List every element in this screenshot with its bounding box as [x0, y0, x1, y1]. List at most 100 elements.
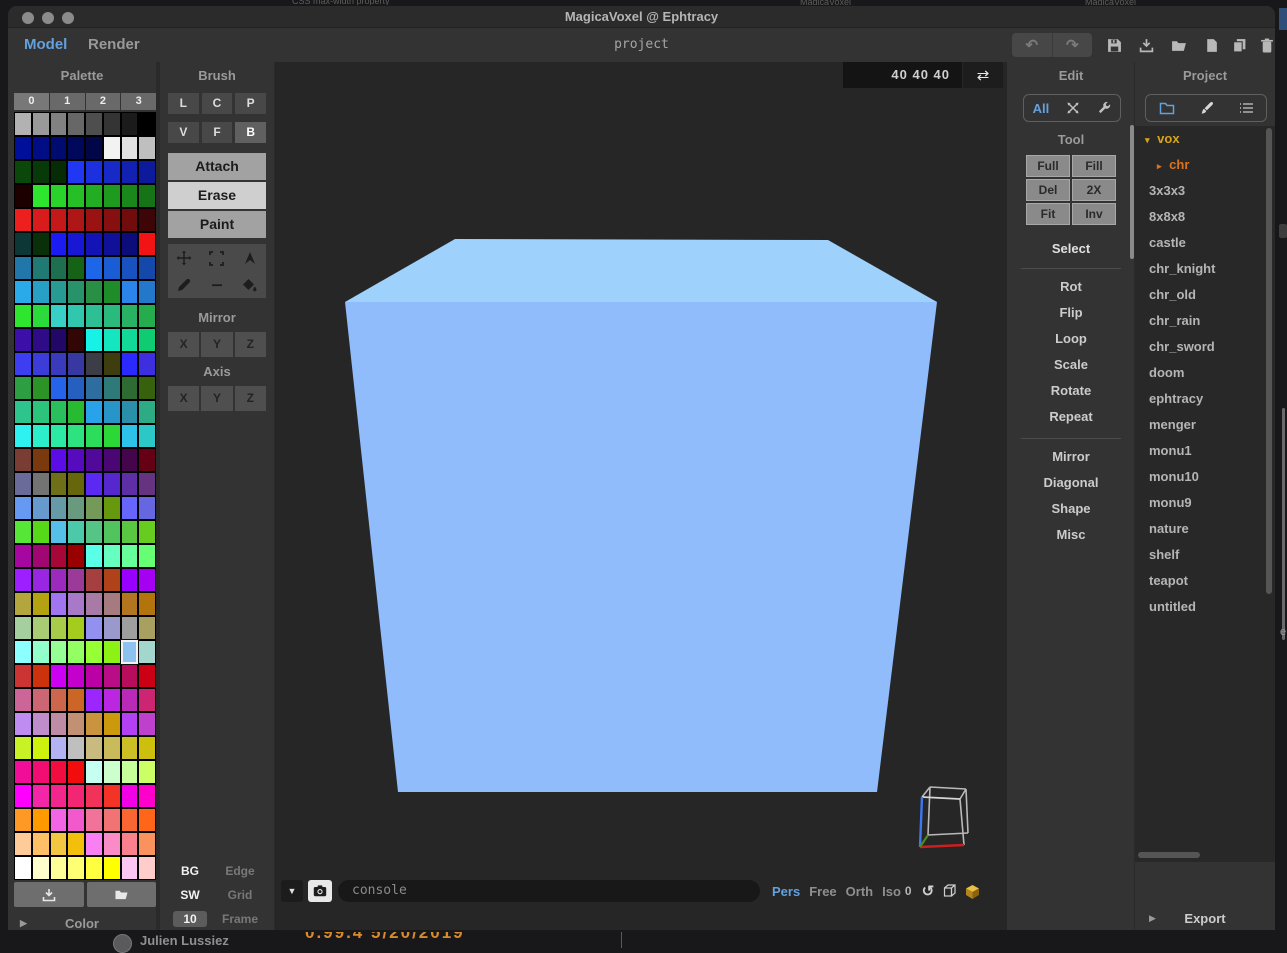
- palette-swatch[interactable]: [14, 424, 32, 448]
- palette-swatch[interactable]: [121, 256, 139, 280]
- palette-swatch[interactable]: [121, 424, 139, 448]
- scope-all-button[interactable]: All: [1033, 101, 1050, 116]
- palette-swatch[interactable]: [67, 400, 85, 424]
- view-mode-orth[interactable]: Orth: [846, 884, 873, 899]
- palette-swatch[interactable]: [67, 352, 85, 376]
- palette-swatch[interactable]: [121, 784, 139, 808]
- palette-swatch[interactable]: [67, 136, 85, 160]
- palette-swatch[interactable]: [103, 160, 121, 184]
- palette-swatch[interactable]: [14, 112, 32, 136]
- palette-swatch[interactable]: [103, 256, 121, 280]
- palette-swatch[interactable]: [32, 496, 50, 520]
- palette-swatch[interactable]: [50, 616, 68, 640]
- palette-swatch[interactable]: [67, 232, 85, 256]
- palette-swatch[interactable]: [121, 808, 139, 832]
- palette-tab-2[interactable]: 2: [86, 93, 121, 110]
- palette-swatch[interactable]: [14, 136, 32, 160]
- save-palette-button[interactable]: [14, 882, 84, 907]
- palette-swatch[interactable]: [103, 184, 121, 208]
- 10-toggle[interactable]: 10: [168, 911, 212, 927]
- palette-swatch[interactable]: [32, 304, 50, 328]
- title-bar[interactable]: MagicaVoxel @ Ephtracy: [8, 6, 1275, 28]
- palette-swatch[interactable]: [67, 376, 85, 400]
- edit-op-rotate[interactable]: Rotate: [1007, 378, 1135, 404]
- eyedropper-icon[interactable]: [168, 272, 201, 298]
- palette-swatch[interactable]: [85, 520, 103, 544]
- palette-swatch[interactable]: [121, 496, 139, 520]
- palette-swatch[interactable]: [103, 568, 121, 592]
- palette-swatch[interactable]: [103, 832, 121, 856]
- palette-swatch[interactable]: [85, 160, 103, 184]
- palette-swatch[interactable]: [32, 520, 50, 544]
- palette-swatch[interactable]: [103, 448, 121, 472]
- palette-swatch[interactable]: [50, 760, 68, 784]
- palette-swatch[interactable]: [67, 736, 85, 760]
- palette-swatch[interactable]: [121, 304, 139, 328]
- tree-node-chr[interactable]: ▸ chr: [1135, 152, 1275, 178]
- project-vertical-scrollbar[interactable]: [1266, 128, 1272, 594]
- palette-swatch[interactable]: [103, 496, 121, 520]
- palette-swatch[interactable]: [85, 784, 103, 808]
- file-item-menger[interactable]: menger: [1135, 412, 1275, 438]
- palette-swatch[interactable]: [50, 352, 68, 376]
- palette-swatch[interactable]: [67, 424, 85, 448]
- undo-button[interactable]: ↶: [1012, 33, 1053, 57]
- palette-swatch[interactable]: [50, 376, 68, 400]
- palette-swatch[interactable]: [50, 328, 68, 352]
- palette-swatch[interactable]: [121, 112, 139, 136]
- palette-swatch[interactable]: [138, 256, 156, 280]
- palette-swatch[interactable]: [32, 688, 50, 712]
- palette-swatch[interactable]: [103, 376, 121, 400]
- palette-swatch[interactable]: [85, 376, 103, 400]
- palette-swatch[interactable]: [103, 592, 121, 616]
- palette-swatch[interactable]: [32, 640, 50, 664]
- edit-cat-shape[interactable]: Shape: [1007, 496, 1135, 522]
- frame-label[interactable]: Frame: [212, 912, 268, 926]
- palette-swatch[interactable]: [121, 520, 139, 544]
- minimize-window-button[interactable]: [42, 12, 54, 24]
- palette-swatch[interactable]: [50, 256, 68, 280]
- file-item-monu1[interactable]: monu1: [1135, 438, 1275, 464]
- palette-swatch[interactable]: [50, 832, 68, 856]
- palette-swatch[interactable]: [103, 472, 121, 496]
- palette-swatch[interactable]: [138, 376, 156, 400]
- palette-swatch[interactable]: [14, 688, 32, 712]
- redo-button[interactable]: ↷: [1053, 33, 1093, 57]
- palette-swatch[interactable]: [103, 136, 121, 160]
- palette-swatch[interactable]: [85, 328, 103, 352]
- axis-x-button[interactable]: X: [168, 386, 199, 411]
- paintbrush-icon[interactable]: [1200, 101, 1214, 115]
- palette-swatch[interactable]: [50, 304, 68, 328]
- palette-swatch[interactable]: [67, 256, 85, 280]
- palette-swatch[interactable]: [85, 712, 103, 736]
- palette-swatch[interactable]: [14, 448, 32, 472]
- palette-swatch[interactable]: [67, 592, 85, 616]
- palette-swatch[interactable]: [67, 520, 85, 544]
- palette-swatch[interactable]: [14, 400, 32, 424]
- console-input[interactable]: console: [338, 880, 760, 902]
- palette-swatch[interactable]: [67, 328, 85, 352]
- palette-swatch[interactable]: [85, 208, 103, 232]
- palette-swatch[interactable]: [32, 472, 50, 496]
- palette-swatch[interactable]: [50, 784, 68, 808]
- edit-op-repeat[interactable]: Repeat: [1007, 404, 1135, 430]
- palette-swatch[interactable]: [138, 280, 156, 304]
- file-item-shelf[interactable]: shelf: [1135, 542, 1275, 568]
- new-file-button[interactable]: [1200, 34, 1222, 56]
- palette-swatch[interactable]: [85, 232, 103, 256]
- delete-button[interactable]: [1256, 34, 1275, 56]
- palette-swatch[interactable]: [32, 208, 50, 232]
- file-item-teapot[interactable]: teapot: [1135, 568, 1275, 594]
- palette-swatch[interactable]: [103, 400, 121, 424]
- palette-swatch[interactable]: [67, 280, 85, 304]
- palette-swatch[interactable]: [103, 712, 121, 736]
- palette-swatch[interactable]: [85, 448, 103, 472]
- palette-swatch[interactable]: [50, 568, 68, 592]
- palette-swatch[interactable]: [103, 352, 121, 376]
- palette-swatch[interactable]: [32, 352, 50, 376]
- palette-swatch[interactable]: [138, 352, 156, 376]
- palette-swatch[interactable]: [32, 184, 50, 208]
- palette-swatch[interactable]: [14, 184, 32, 208]
- palette-swatch[interactable]: [103, 640, 121, 664]
- palette-swatch[interactable]: [103, 280, 121, 304]
